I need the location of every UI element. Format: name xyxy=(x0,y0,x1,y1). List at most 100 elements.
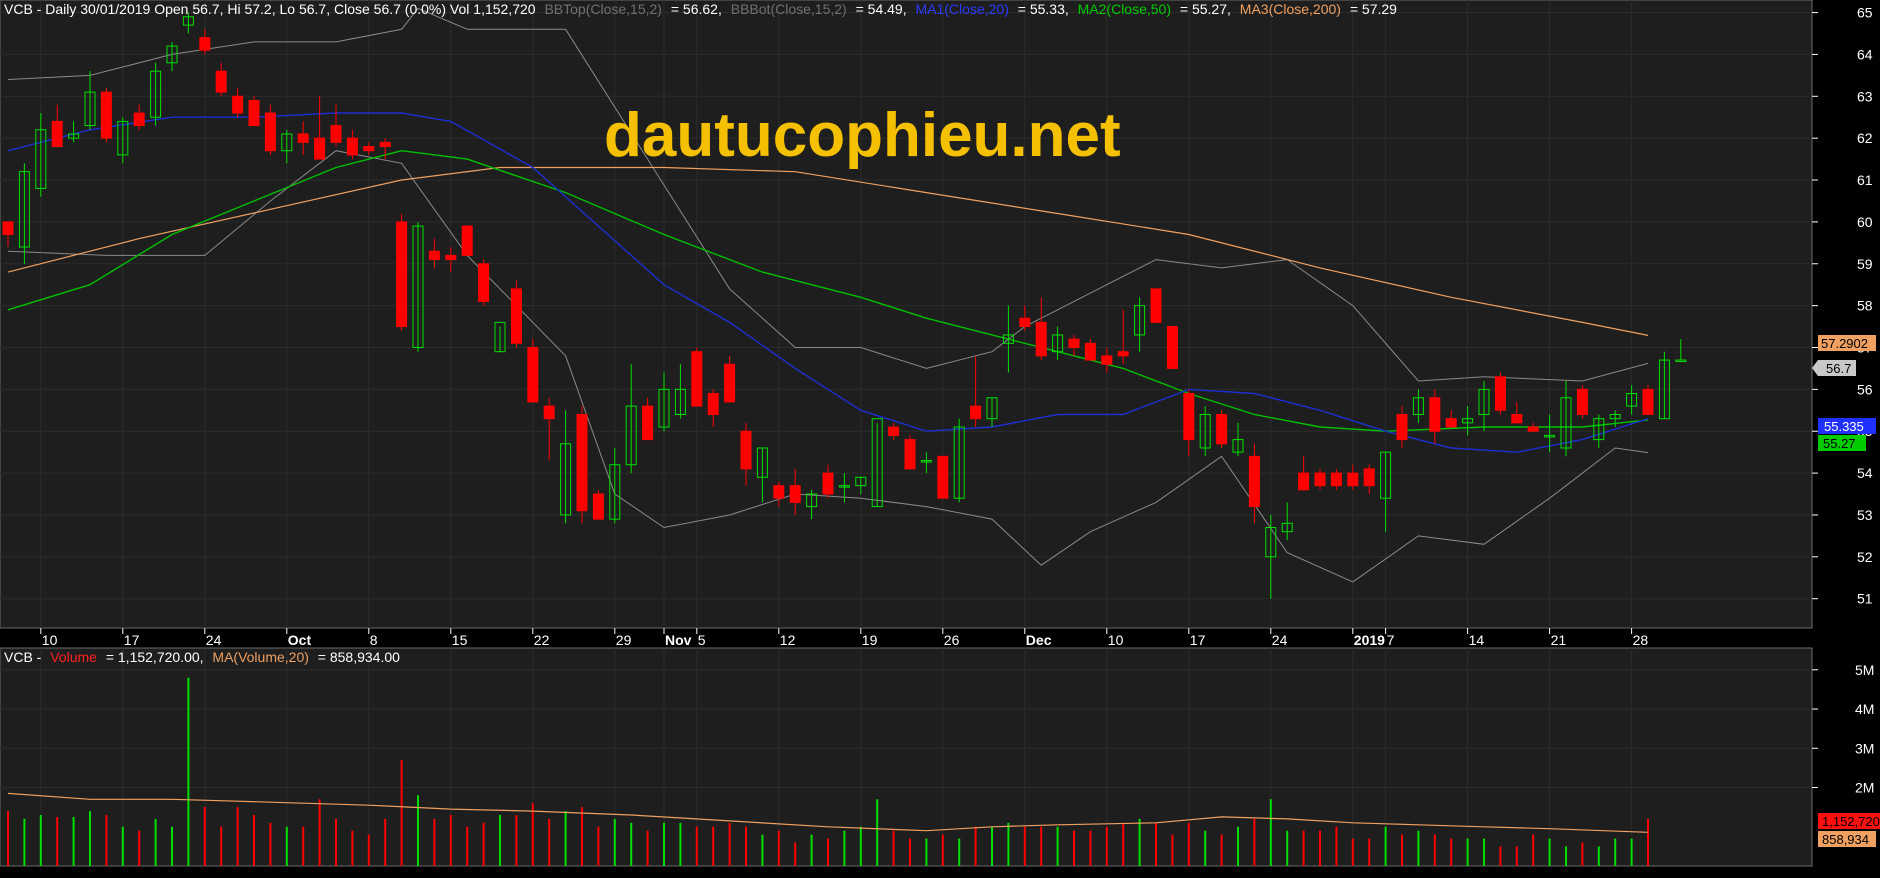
candle-down xyxy=(1429,397,1441,432)
price-tick-label: 56 xyxy=(1857,381,1873,397)
candle-down xyxy=(1494,376,1506,411)
candle-down xyxy=(691,351,703,407)
candle-down xyxy=(1298,472,1310,491)
price-tick-label: 65 xyxy=(1857,5,1873,21)
candle-down xyxy=(100,91,112,139)
candle-down xyxy=(346,137,358,156)
ma2-label: MA2(Close,50) xyxy=(1078,1,1171,17)
candle-down xyxy=(1117,351,1129,357)
candle-down xyxy=(740,430,752,470)
candle-down xyxy=(232,95,244,114)
date-tick-label: 22 xyxy=(534,632,550,648)
candle-down xyxy=(314,137,326,160)
candle-down xyxy=(1084,342,1096,361)
candle-down xyxy=(592,493,604,520)
candle-down xyxy=(576,413,588,512)
candle-down xyxy=(379,141,391,148)
candle-down xyxy=(543,405,555,420)
ma1-value: = 55.33, xyxy=(1018,1,1069,17)
date-tick-label: 26 xyxy=(944,632,960,648)
date-tick-label: 5 xyxy=(698,632,706,648)
vol-ma-label: MA(Volume,20) xyxy=(212,649,308,665)
candle-down xyxy=(1527,426,1539,432)
volume-tick-label: 4M xyxy=(1855,701,1874,717)
candle-down xyxy=(2,221,14,235)
date-tick-label: 29 xyxy=(616,632,632,648)
price-tick-label: 54 xyxy=(1857,465,1873,481)
price-tick-label: 53 xyxy=(1857,507,1873,523)
date-tick-label: 24 xyxy=(1272,632,1288,648)
candle-down xyxy=(707,393,719,415)
candle-down xyxy=(363,146,375,152)
candle-down xyxy=(822,472,834,495)
candle-down xyxy=(1576,388,1588,415)
candle-down xyxy=(970,405,982,420)
candle-down xyxy=(264,112,276,152)
date-tick-label: Nov xyxy=(665,632,692,648)
candle-down xyxy=(1216,413,1228,445)
candle-down xyxy=(937,455,949,499)
date-tick-label: 28 xyxy=(1633,632,1649,648)
ma1-label: MA1(Close,20) xyxy=(915,1,1008,17)
candle-down xyxy=(1068,338,1080,348)
watermark: dautucophieu.net xyxy=(604,101,1121,170)
vol-label: Volume xyxy=(50,649,97,665)
candle-down xyxy=(1183,393,1195,441)
price-tick-label: 59 xyxy=(1857,256,1873,272)
date-tick-label: 14 xyxy=(1469,632,1485,648)
date-tick-label: 17 xyxy=(1190,632,1206,648)
bbtop-label: BBTop(Close,15,2) xyxy=(544,1,662,17)
price-tick-label: 62 xyxy=(1857,130,1873,146)
candle-down xyxy=(1511,413,1523,424)
price-tick-label: 63 xyxy=(1857,88,1873,104)
candle-down xyxy=(773,485,785,499)
candle-down xyxy=(330,125,342,143)
date-tick-label: 12 xyxy=(780,632,796,648)
volume-tick-label: 2M xyxy=(1855,780,1874,796)
stock-chart[interactable]: 515253545556575859606162636465 2M3M4M5M … xyxy=(0,0,1880,878)
price-tick-label: 61 xyxy=(1857,172,1873,188)
price-tick-label: 51 xyxy=(1857,591,1873,607)
ma3-label: MA3(Close,200) xyxy=(1240,1,1341,17)
candle-down xyxy=(888,426,900,436)
price-tick-label: 64 xyxy=(1857,46,1873,62)
candle-down xyxy=(1019,317,1031,328)
ma2-badge-text: 55.27 xyxy=(1823,436,1856,451)
bbtop-value: = 56.62, xyxy=(671,1,722,17)
candle-down xyxy=(133,112,145,127)
candle-down xyxy=(396,221,408,328)
candle-down xyxy=(1396,413,1408,441)
candle-down xyxy=(1166,326,1178,369)
candle-down xyxy=(724,363,736,403)
candle-down xyxy=(1642,388,1654,415)
date-tick-label: 10 xyxy=(1108,632,1124,648)
vol-value: = 1,152,720.00, xyxy=(106,649,204,665)
date-tick-label: 21 xyxy=(1551,632,1567,648)
candle-down xyxy=(1330,472,1342,487)
volume-tick-label: 5M xyxy=(1855,662,1874,678)
candle-down xyxy=(789,485,801,503)
close-badge-text: 56.7 xyxy=(1826,361,1851,376)
vol-prefix: VCB - xyxy=(4,649,42,665)
candle-down xyxy=(1101,355,1113,365)
price-tick-label: 58 xyxy=(1857,298,1873,314)
date-tick-label: 19 xyxy=(862,632,878,648)
volume-panel[interactable] xyxy=(0,647,1813,867)
candle-down xyxy=(1314,472,1326,487)
candle-down xyxy=(461,225,473,256)
date-tick-label: 7 xyxy=(1387,632,1395,648)
candle-down xyxy=(642,405,654,441)
candle-down xyxy=(199,37,211,51)
date-tick-label: Oct xyxy=(288,632,312,648)
ma3-badge-text: 57.2902 xyxy=(1821,336,1868,351)
candle-down xyxy=(428,250,440,261)
volume-ma-badge-text: 858,934 xyxy=(1822,832,1869,847)
date-tick-label: Dec xyxy=(1026,632,1052,648)
candle-down xyxy=(248,99,260,127)
candle-down xyxy=(1445,418,1457,428)
candle-down xyxy=(904,439,916,470)
volume-header: VCB - Volume = 1,152,720.00, MA(Volume,2… xyxy=(4,649,400,665)
vol-ma-value: = 858,934.00 xyxy=(318,649,400,665)
candle-down xyxy=(1035,321,1047,357)
date-tick-label: 10 xyxy=(42,632,58,648)
